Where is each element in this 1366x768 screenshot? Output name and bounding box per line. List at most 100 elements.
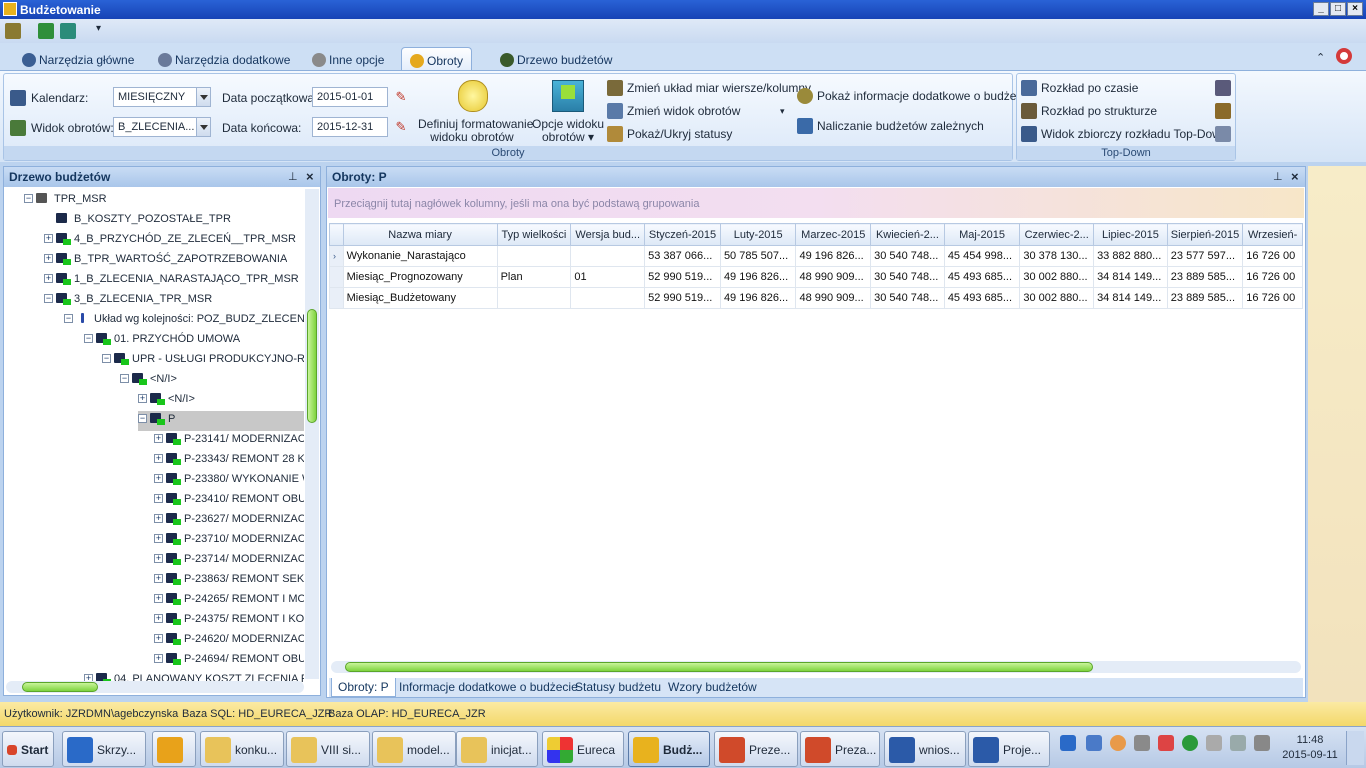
tab-inne-opcje[interactable]: Inne opcje (304, 47, 392, 70)
minimize-button[interactable]: _ (1313, 2, 1329, 16)
column-header[interactable]: Wrzesień- (1242, 223, 1303, 246)
tree-item[interactable]: + P-23863/ REMONT SEKC (154, 571, 304, 591)
scrollbar-thumb[interactable] (345, 662, 1093, 672)
tab-additional-info[interactable]: Informacje dodatkowe o budżecie (393, 678, 584, 696)
taskbar-item-word[interactable]: Proje... (968, 731, 1050, 767)
date-picker-icon[interactable]: ✎ (394, 120, 408, 134)
tree-item-selected[interactable]: − P (138, 411, 304, 431)
tab-narzedzia-dodatkowe[interactable]: Narzędzia dodatkowe (150, 47, 298, 70)
close-icon[interactable]: × (1291, 169, 1299, 184)
taskbar-item-folder[interactable]: VIII si... (286, 731, 370, 767)
structure-distribution-button[interactable]: Rozkład po strukturze (1041, 104, 1157, 118)
collapse-ribbon-icon[interactable]: ⌃ (1316, 51, 1325, 64)
row-indicator[interactable] (329, 266, 344, 288)
tray-icon[interactable] (1134, 735, 1150, 751)
tree-item[interactable]: B_KOSZTY_POZOSTAŁE_TPR (44, 211, 231, 231)
grid-horizontal-scrollbar[interactable] (331, 661, 1301, 673)
tree-item[interactable]: + B_TPR_WARTOŚĆ_ZAPOTRZEBOWANIA (44, 251, 287, 271)
row-indicator[interactable]: › (329, 245, 344, 267)
table-row[interactable]: Miesiąc_Prognozowany Plan 01 52 990 519.… (329, 266, 1303, 288)
column-header[interactable]: Kwiecień-2... (870, 223, 945, 246)
column-header[interactable]: Marzec-2015 (795, 223, 872, 246)
print-icon[interactable] (1215, 80, 1231, 96)
calendar-select[interactable]: MIESIĘCZNY (113, 87, 211, 107)
sync-tray-icon[interactable] (1182, 735, 1198, 751)
tree-item[interactable]: − <N/I> (120, 371, 177, 391)
tree-item[interactable]: + P-23710/ MODERNIZAC. (154, 531, 304, 551)
taskbar-item-folder[interactable]: inicjat... (456, 731, 538, 767)
table-row[interactable]: › Wykonanie_Narastająco 53 387 066... 50… (329, 245, 1303, 267)
change-view-button[interactable]: Zmień widok obrotów (627, 104, 740, 118)
column-header[interactable]: Czerwiec-2... (1019, 223, 1095, 246)
tree-item[interactable]: −01. PRZYCHÓD UMOWA (84, 331, 240, 351)
tray-icon[interactable] (1158, 735, 1174, 751)
table-row[interactable]: Miesiąc_Budżetowany 52 990 519... 49 196… (329, 287, 1303, 309)
column-header[interactable]: Typ wielkości (496, 223, 572, 246)
tree-item[interactable]: + P-23141/ MODERNIZAC. (154, 431, 304, 451)
tree-vertical-scrollbar[interactable] (305, 189, 319, 679)
help-icon[interactable] (1336, 48, 1352, 64)
taskbar-item-folder[interactable]: model... (372, 731, 456, 767)
column-header[interactable]: Wersja bud... (570, 223, 646, 246)
usb-tray-icon[interactable] (1206, 735, 1222, 751)
view-select[interactable]: B_ZLECENIA... (113, 117, 211, 137)
tab-obroty-p[interactable]: Obroty: P (331, 678, 396, 697)
tree-item[interactable]: − UPR - USŁUGI PRODUKCYJNO-REM (102, 351, 304, 371)
column-header[interactable]: Sierpień-2015 (1166, 223, 1244, 246)
group-by-area[interactable]: Przeciągnij tutaj nagłówek kolumny, jeśl… (328, 188, 1304, 218)
topdown-summary-button[interactable]: Widok zbiorczy rozkładu Top-Down (1041, 127, 1228, 141)
column-header[interactable]: Nazwa miary (342, 223, 498, 246)
tree-item[interactable]: +4_B_PRZYCHÓD_ZE_ZLECEŃ__TPR_MSR (44, 231, 296, 251)
start-button[interactable]: Start (2, 731, 54, 767)
column-header[interactable]: Luty-2015 (719, 223, 797, 246)
chevron-down-icon[interactable] (196, 118, 210, 136)
dependent-budgets-button[interactable]: Naliczanie budżetów zależnych (817, 119, 984, 133)
clock-date[interactable]: 2015-09-11 (1280, 749, 1340, 761)
taskbar-item-eureca[interactable]: Eureca (542, 731, 624, 767)
tree-item[interactable]: + P-24620/ MODERNIZAC. (154, 631, 304, 651)
tray-icon[interactable] (1110, 735, 1126, 751)
tree-item[interactable]: + P-24265/ REMONT I MO (154, 591, 304, 611)
toggle-statuses-button[interactable]: Pokaż/Ukryj statusy (627, 127, 732, 141)
tree-item[interactable]: + <N/I> (138, 391, 195, 411)
users-icon[interactable] (5, 23, 21, 39)
end-date-field[interactable]: 2015-12-31 (312, 117, 388, 137)
row-indicator[interactable] (329, 287, 344, 309)
tree-item[interactable]: + P-24375/ REMONT I KON (154, 611, 304, 631)
tab-budget-statuses[interactable]: Statusy budżetu (569, 678, 667, 696)
tree-item[interactable]: + P-23343/ REMONT 28 KI (154, 451, 304, 471)
show-info-button[interactable]: Pokaż informacje dodatkowe o budżecie (817, 89, 1032, 103)
close-button[interactable]: × (1347, 2, 1363, 16)
qat-dropdown-icon[interactable]: ▾ (96, 23, 101, 34)
show-desktop-button[interactable] (1346, 731, 1364, 765)
scrollbar-thumb[interactable] (307, 309, 317, 423)
tree-item[interactable]: + P-23410/ REMONT OBUD (154, 491, 304, 511)
tab-narzedzia-glowne[interactable]: Narzędzia główne (14, 47, 142, 70)
tree-item[interactable]: − TPR_MSR (24, 191, 107, 211)
tree-item[interactable]: + P-23380/ WYKONANIE W (154, 471, 304, 491)
tree-item[interactable]: + P-24694/ REMONT OBUD (154, 651, 304, 671)
pin-icon[interactable]: ⊥ (1273, 170, 1283, 183)
scrollbar-thumb[interactable] (22, 682, 98, 692)
define-format-button[interactable]: Definiuj formatowanie widoku obrotów (418, 76, 533, 146)
tree-item[interactable]: −3_B_ZLECENIA_TPR_MSR (44, 291, 212, 311)
taskbar-item-folder[interactable]: konku... (200, 731, 284, 767)
date-picker-icon[interactable]: ✎ (394, 90, 408, 104)
clock-time[interactable]: 11:48 (1280, 734, 1340, 746)
globe-icon[interactable] (60, 23, 76, 39)
pin-icon[interactable]: ⊥ (288, 170, 298, 183)
taskbar-item-budzetowanie[interactable]: Budż... (628, 731, 710, 767)
taskbar-item-word[interactable]: wnios... (884, 731, 966, 767)
taskbar-item-powerpoint[interactable]: Preze... (714, 731, 798, 767)
chevron-down-icon[interactable]: ▾ (780, 106, 785, 117)
network-tray-icon[interactable] (1086, 735, 1102, 751)
tree-view[interactable]: − TPR_MSR B_KOSZTY_POZOSTAŁE_TPR +4_B_PRZ… (4, 189, 304, 683)
taskbar-item-powerpoint[interactable]: Preza... (800, 731, 880, 767)
column-header[interactable]: Maj-2015 (943, 223, 1021, 246)
chevron-down-icon[interactable] (196, 88, 210, 106)
change-layout-button[interactable]: Zmień układ miar wiersze/kolumny (627, 81, 811, 95)
close-icon[interactable]: × (306, 169, 314, 184)
taskbar-item-chart[interactable] (152, 731, 196, 767)
tree-item[interactable]: +1_B_ZLECENIA_NARASTAJĄCO_TPR_MSR (44, 271, 299, 291)
maximize-button[interactable]: □ (1330, 2, 1346, 16)
